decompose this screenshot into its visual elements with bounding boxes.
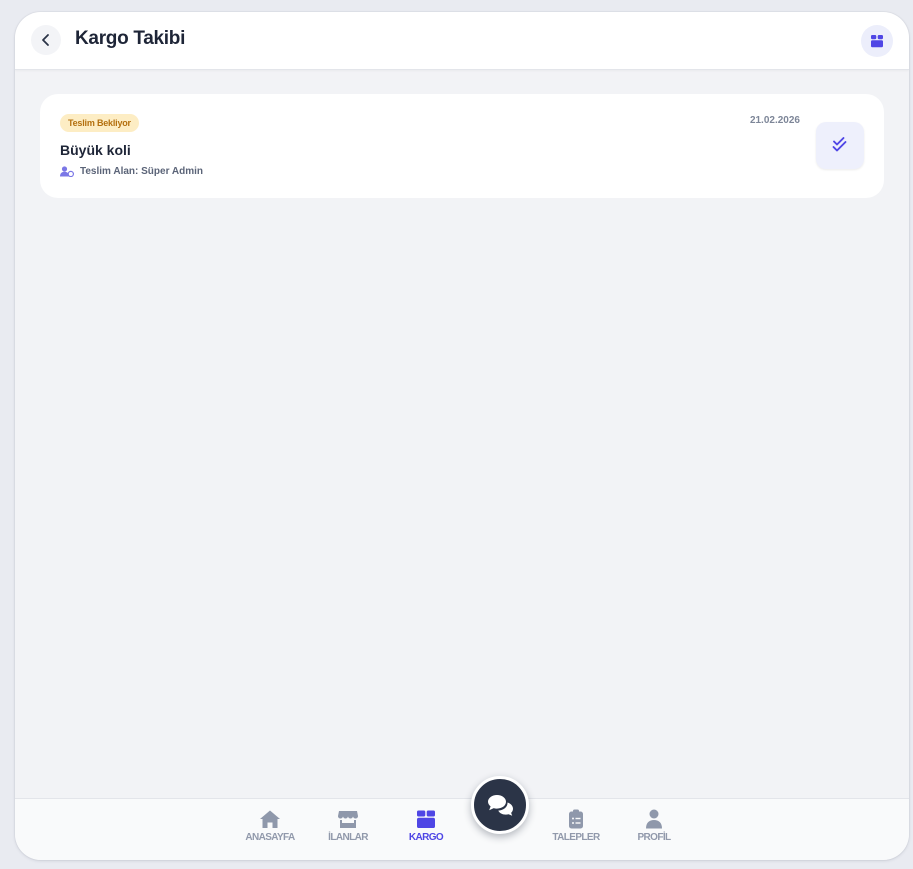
chevron-left-icon <box>42 34 49 46</box>
user-icon <box>646 809 662 829</box>
shipment-title: Büyük koli <box>60 142 131 158</box>
receiver-label: Teslim Alan: Süper Admin <box>80 165 203 177</box>
nav-label-requests: TALEPLER <box>552 832 600 843</box>
nav-label-home: ANASAYFA <box>245 832 295 843</box>
user-check-icon <box>60 165 74 177</box>
top-bar: Kargo Takibi <box>15 12 909 70</box>
chat-button[interactable] <box>471 776 529 834</box>
app-frame: Kargo Takibi Teslim Bekliyor Büyük koli … <box>15 12 909 860</box>
back-button[interactable] <box>31 25 61 55</box>
nav-label-listings: İLANLAR <box>328 832 368 843</box>
receiver-info: Teslim Alan: Süper Admin <box>60 164 203 178</box>
nav-label-cargo: KARGO <box>408 832 444 843</box>
clipboard-list-icon <box>569 809 583 829</box>
shipment-date: 21.02.2026 <box>749 115 800 126</box>
double-check-icon <box>832 137 847 152</box>
mark-delivered-button[interactable] <box>816 122 864 169</box>
nav-label-profile: PROFİL <box>637 832 671 843</box>
nav-item-listings[interactable]: İLANLAR <box>313 809 383 853</box>
home-icon <box>260 810 280 828</box>
nav-item-home[interactable]: ANASAYFA <box>235 809 305 853</box>
package-icon <box>871 35 883 48</box>
status-badge: Teslim Bekliyor <box>60 114 139 132</box>
nav-item-cargo[interactable]: KARGO <box>391 809 461 853</box>
package-button[interactable] <box>861 25 893 57</box>
shipment-card[interactable]: Teslim Bekliyor Büyük koli Teslim Alan: … <box>40 94 884 198</box>
package-icon <box>417 810 435 828</box>
store-icon <box>338 811 358 828</box>
nav-item-requests[interactable]: TALEPLER <box>541 809 611 853</box>
nav-item-profile[interactable]: PROFİL <box>619 809 689 853</box>
page-title: Kargo Takibi <box>75 28 186 49</box>
bottom-navigation: ANASAYFA İLANLAR KARGO TALEPLER PROFİL <box>15 798 909 860</box>
chat-bubbles-icon <box>488 795 513 816</box>
